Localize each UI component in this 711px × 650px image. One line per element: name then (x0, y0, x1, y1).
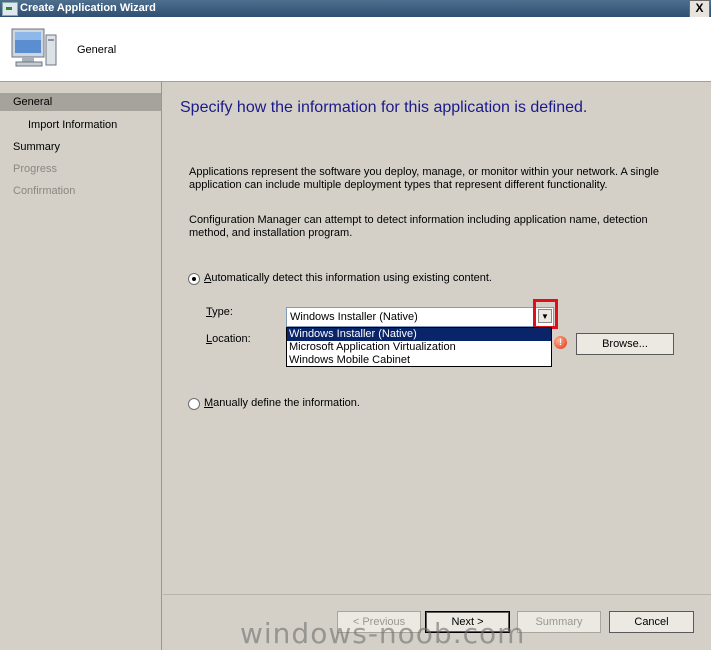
app-icon (2, 2, 18, 16)
nav-item-general[interactable]: General (0, 93, 161, 111)
dropdown-option-windows-installer[interactable]: Windows Installer (Native) (287, 328, 551, 341)
cancel-button[interactable]: Cancel (609, 611, 694, 633)
description-paragraph-1: Applications represent the software you … (189, 166, 659, 191)
nav-item-confirmation: Confirmation (13, 185, 76, 197)
footer-divider (163, 594, 711, 595)
page-heading: Specify how the information for this app… (180, 99, 588, 116)
type-dropdown[interactable]: Windows Installer (Native) ▼ (286, 307, 554, 327)
type-dropdown-value: Windows Installer (Native) (290, 311, 418, 323)
error-icon: ! (554, 336, 567, 349)
title-bar: Create Application Wizard X (0, 0, 711, 18)
header-title: General (77, 44, 117, 56)
auto-detect-label[interactable]: Automatically detect this information us… (204, 272, 492, 284)
auto-detect-radio[interactable] (188, 273, 200, 285)
manual-define-label[interactable]: Manually define the information. (204, 397, 360, 409)
dropdown-option-app-v[interactable]: Microsoft Application Virtualization (287, 341, 551, 354)
summary-button[interactable]: Summary (517, 611, 601, 633)
browse-button[interactable]: Browse... (576, 333, 674, 355)
wizard-header: General (0, 17, 711, 82)
location-label: Location: (206, 333, 251, 345)
nav-item-summary[interactable]: Summary (0, 138, 161, 156)
type-dropdown-list[interactable]: Windows Installer (Native) Microsoft App… (286, 327, 552, 367)
nav-item-import-information[interactable]: Import Information (0, 116, 161, 134)
wizard-content: Specify how the information for this app… (163, 82, 711, 650)
dropdown-option-mobile-cabinet[interactable]: Windows Mobile Cabinet (287, 354, 551, 367)
wizard-nav: General Import Information Summary Progr… (0, 82, 162, 650)
nav-item-progress: Progress (13, 163, 58, 175)
description-paragraph-2: Configuration Manager can attempt to det… (189, 214, 648, 239)
dropdown-arrow-highlight (533, 299, 558, 329)
computer-monitor-icon (11, 28, 57, 67)
close-button[interactable]: X (689, 0, 710, 18)
type-label: Type: (206, 306, 233, 318)
window-title: Create Application Wizard (20, 2, 156, 14)
manual-define-radio[interactable] (188, 398, 200, 410)
watermark-text: windows-noob.com (240, 617, 526, 650)
